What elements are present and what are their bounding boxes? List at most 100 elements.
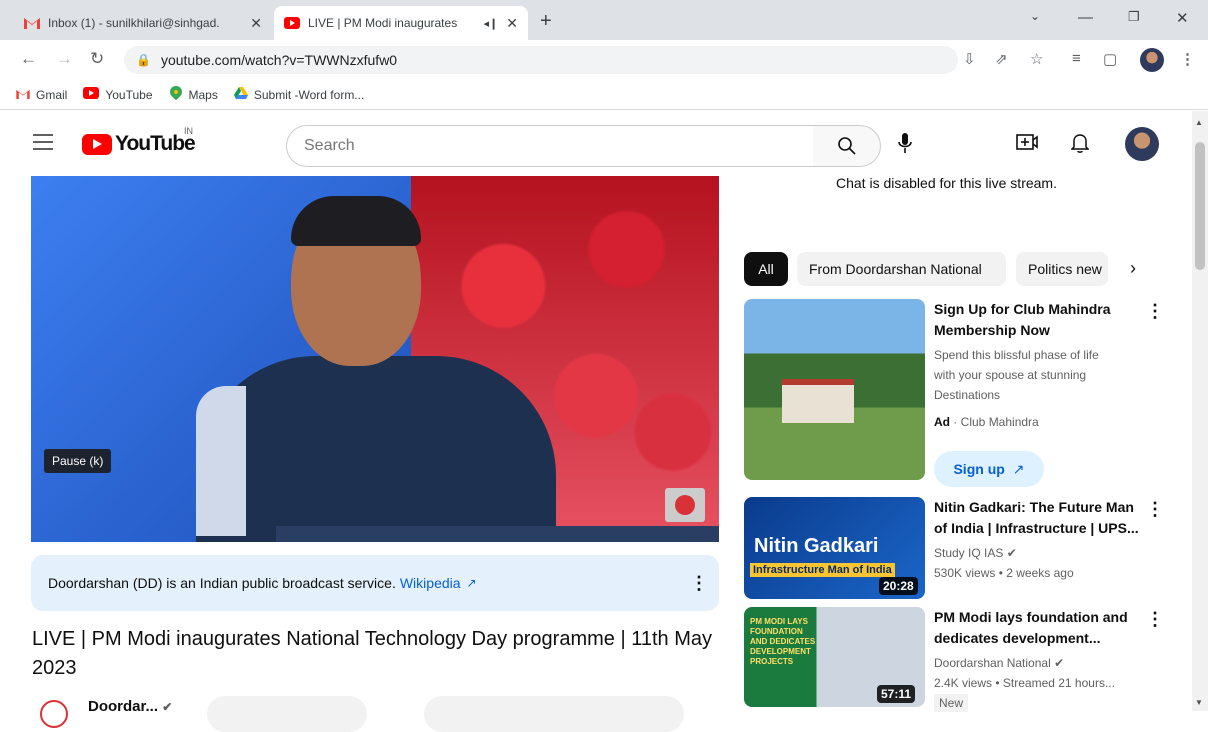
ad-title[interactable]: Sign Up for Club Mahindra Membership Now [934, 299, 1134, 341]
doordarshan-watermark-logo [665, 488, 705, 522]
bookmark-label: YouTube [105, 87, 153, 102]
ad-description: Spend this blissful phase of life with y… [934, 348, 1099, 402]
drive-icon [233, 87, 248, 102]
bookmark-submit-word-form[interactable]: Submit -Word form... [233, 87, 365, 102]
forward-icon[interactable]: → [56, 49, 73, 69]
minimize-icon[interactable]: — [1078, 9, 1093, 26]
share-icon[interactable]: ⇗ [995, 50, 1008, 68]
video-meta: 2.4K views • Streamed 21 hours... [934, 676, 1115, 690]
video-title: LIVE | PM Modi inaugurates National Tech… [32, 628, 712, 679]
video-channel[interactable]: Study IQ IAS ✔ [934, 543, 1017, 563]
new-tab-button[interactable]: + [540, 10, 552, 33]
side-panel-icon[interactable]: ▢ [1103, 50, 1117, 68]
video-meta: 530K views • 2 weeks ago [934, 566, 1074, 580]
url-text: youtube.com/watch?v=TWWNzxfufw0 [160, 52, 398, 68]
info-panel: Doordarshan (DD) is an Indian public bro… [31, 555, 719, 611]
search-icon [837, 137, 856, 155]
chevron-right-icon[interactable]: › [1130, 258, 1136, 279]
youtube-icon [284, 15, 300, 31]
verified-icon: ✔ [1006, 546, 1017, 560]
ad-sponsor: Ad · Club Mahindra [934, 412, 1039, 432]
search-input[interactable]: Search [286, 125, 814, 167]
video-frame-speaker [196, 196, 719, 542]
wikipedia-link[interactable]: Wikipedia [400, 575, 461, 591]
menu-icon[interactable]: ⋮ [1180, 50, 1195, 68]
verified-icon: ✔ [162, 700, 173, 714]
chip-from-doordarshan[interactable]: From Doordarshan National [797, 252, 1006, 286]
close-tab-icon[interactable]: ✕ [506, 15, 518, 32]
bookmark-star-icon[interactable]: ☆ [1030, 50, 1043, 68]
channel-name[interactable]: Doordar... ✔ [88, 698, 172, 715]
video-channel[interactable]: Doordarshan National ✔ [934, 653, 1064, 673]
hamburger-menu-icon[interactable] [33, 134, 53, 150]
close-tab-icon[interactable]: ✕ [250, 15, 262, 32]
more-actions-icon[interactable]: ⋮ [1146, 301, 1164, 322]
tab-title: Inbox (1) - sunilkhilari@sinhgad. [48, 16, 220, 30]
close-window-icon[interactable]: ✕ [1176, 9, 1189, 27]
youtube-icon [83, 87, 100, 102]
chat-disabled-message: Chat is disabled for this live stream. [836, 175, 1057, 191]
external-link-icon: ↗ [1012, 460, 1025, 477]
video-player[interactable] [31, 176, 719, 542]
channel-avatar[interactable] [40, 700, 68, 728]
video-duration: 57:11 [877, 685, 916, 703]
gmail-icon [24, 15, 40, 31]
reading-list-icon[interactable]: ≡ [1072, 50, 1081, 67]
country-code: IN [184, 126, 193, 136]
tab-youtube[interactable]: LIVE | PM Modi inaugurates ◂❙ ✕ [274, 6, 528, 40]
back-icon[interactable]: ← [20, 49, 37, 69]
youtube-wordmark: YouTube [115, 132, 196, 155]
create-video-icon[interactable] [1016, 133, 1038, 156]
profile-avatar[interactable] [1140, 48, 1164, 72]
install-icon[interactable]: ⇩ [963, 50, 976, 68]
video-duration: 20:28 [879, 577, 918, 595]
lock-icon: 🔒 [136, 53, 151, 67]
bookmark-gmail[interactable]: Gmail [16, 87, 67, 102]
address-bar[interactable]: 🔒 youtube.com/watch?v=TWWNzxfufw0 [124, 46, 958, 74]
video-title[interactable]: PM Modi lays foundation and dedicates de… [934, 607, 1140, 649]
audio-playing-icon[interactable]: ◂❙ [484, 17, 499, 30]
scroll-up-arrow-icon[interactable]: ▲ [1195, 118, 1203, 127]
notifications-pill-button[interactable] [207, 696, 367, 732]
ad-thumbnail[interactable] [744, 299, 925, 480]
chip-politics-news[interactable]: Politics new [1016, 252, 1108, 286]
like-share-pill-button[interactable] [424, 696, 684, 732]
youtube-logo[interactable]: YouTube IN [82, 126, 196, 156]
more-actions-icon[interactable]: ⋮ [1146, 609, 1164, 630]
bookmark-youtube[interactable]: YouTube [83, 87, 153, 102]
video-title[interactable]: Nitin Gadkari: The Future Man of India |… [934, 497, 1140, 539]
tab-search-icon[interactable]: ⌄ [1030, 9, 1040, 23]
scrollbar-thumb[interactable] [1195, 142, 1205, 270]
reload-icon[interactable]: ↻ [90, 49, 104, 69]
youtube-play-icon [82, 133, 112, 155]
restore-icon[interactable]: ❐ [1128, 9, 1140, 25]
bookmark-label: Maps [188, 87, 218, 102]
more-actions-icon[interactable]: ⋮ [1146, 499, 1164, 520]
pause-tooltip: Pause (k) [44, 449, 112, 473]
info-panel-text: Doordarshan (DD) is an Indian public bro… [48, 575, 396, 591]
search-placeholder: Search [304, 137, 355, 154]
bookmarks-bar: Gmail YouTube Maps Submit -Word form... [0, 80, 1208, 110]
microphone-icon[interactable] [898, 132, 912, 159]
bookmark-maps[interactable]: Maps [169, 86, 218, 103]
account-avatar[interactable] [1125, 127, 1159, 161]
bookmark-label: Gmail [36, 87, 68, 102]
thumbnail-text: PM MODI LAYS FOUNDATION AND DEDICATES DE… [750, 617, 816, 666]
thumbnail-text: Nitin Gadkari [754, 535, 879, 557]
sign-up-button[interactable]: Sign up ↗ [934, 451, 1044, 487]
verified-icon: ✔ [1054, 656, 1065, 670]
advertiser-name: · Club Mahindra [953, 415, 1039, 429]
chip-all[interactable]: All [744, 252, 788, 286]
scroll-down-arrow-icon[interactable]: ▼ [1195, 698, 1203, 707]
thumbnail-subtext: Infrastructure Man of India [750, 563, 895, 577]
info-more-icon[interactable]: ⋮ [690, 573, 708, 594]
tab-title: LIVE | PM Modi inaugurates [308, 16, 458, 30]
video-thumbnail[interactable]: Nitin Gadkari Infrastructure Man of Indi… [744, 497, 925, 599]
search-button[interactable] [813, 125, 881, 167]
gmail-icon [16, 87, 30, 102]
notifications-bell-icon[interactable] [1070, 133, 1090, 158]
bookmark-label: Submit -Word form... [253, 87, 365, 102]
maps-icon [169, 86, 183, 103]
tab-gmail[interactable]: Inbox (1) - sunilkhilari@sinhgad. ✕ [14, 6, 272, 40]
video-thumbnail[interactable]: PM MODI LAYS FOUNDATION AND DEDICATES DE… [744, 607, 925, 707]
